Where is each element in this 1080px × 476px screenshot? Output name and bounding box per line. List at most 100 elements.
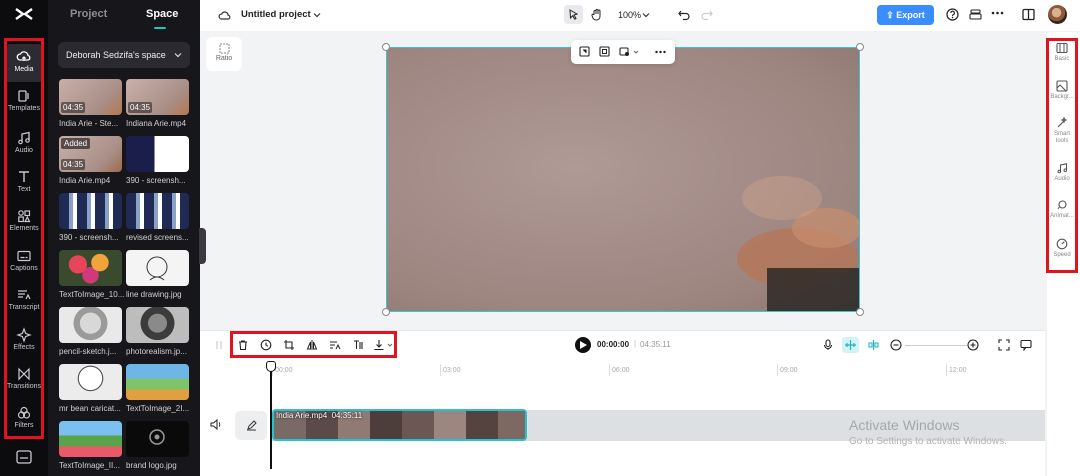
feedback-icon[interactable]: [1020, 339, 1032, 351]
background-remove-icon[interactable]: [619, 46, 630, 57]
media-thumb[interactable]: [126, 136, 189, 172]
media-label: TextToImage_II...: [59, 461, 120, 470]
media-label: 390 - screensh...: [126, 176, 186, 185]
subtitle-icon[interactable]: [16, 450, 32, 464]
ruler-tick: 12:00: [949, 367, 967, 374]
media-thumb[interactable]: 04:35: [126, 79, 189, 115]
chevron-down-icon[interactable]: [313, 11, 321, 19]
space-selector[interactable]: Deborah Sedzifa's space: [58, 42, 190, 68]
link-clips-icon: [868, 340, 879, 350]
cover-edit-button[interactable]: [235, 411, 267, 440]
activate-windows-title: Activate Windows: [849, 417, 960, 433]
media-thumb[interactable]: [126, 421, 189, 457]
media-thumb[interactable]: [59, 307, 122, 343]
media-thumb[interactable]: [126, 307, 189, 343]
more-icon[interactable]: [655, 50, 666, 54]
layout-panel-icon[interactable]: [1022, 8, 1035, 21]
media-thumb[interactable]: [59, 364, 122, 400]
tab-project[interactable]: Project: [70, 8, 107, 20]
media-thumb[interactable]: [59, 193, 122, 229]
undo-icon[interactable]: [678, 9, 690, 21]
zoom-slider[interactable]: [905, 345, 967, 346]
ratio-button[interactable]: Ratio: [206, 37, 242, 71]
media-label: TextToImage_2I...: [126, 404, 190, 413]
highlight-box-right-panel: [1046, 38, 1078, 273]
tab-space[interactable]: Space: [146, 8, 178, 20]
ruler-line: [777, 364, 778, 376]
media-thumb[interactable]: [126, 193, 189, 229]
redo-icon[interactable]: [701, 9, 713, 21]
resize-handle[interactable]: [856, 43, 864, 51]
media-thumb[interactable]: [126, 364, 189, 400]
clip-duration: 04:35:11: [331, 411, 363, 420]
chevron-down-icon: [174, 53, 182, 58]
highlight-box-toolbar: [230, 331, 397, 358]
playhead[interactable]: [270, 361, 272, 469]
avatar[interactable]: [1048, 5, 1067, 24]
snap-icon: [845, 340, 856, 350]
media-label: revised screens...: [126, 233, 189, 242]
media-label: line drawing.jpg: [126, 290, 182, 299]
snap-toggle[interactable]: [842, 337, 859, 353]
fullscreen-icon[interactable]: [998, 339, 1010, 351]
ratio-label: Ratio: [215, 55, 233, 62]
media-thumb[interactable]: 04:35: [59, 79, 122, 115]
storage-icon[interactable]: [969, 8, 982, 21]
panel-collapse-handle[interactable]: [199, 228, 206, 264]
space-name: Deborah Sedzifa's space: [66, 50, 166, 60]
chevron-down-icon[interactable]: [633, 50, 639, 55]
video-preview[interactable]: [386, 47, 860, 312]
highlight-box-sidebar: [4, 38, 44, 439]
added-badge: Added: [61, 138, 91, 149]
resize-handle[interactable]: [382, 43, 390, 51]
logo-mark-icon: [149, 429, 165, 445]
media-thumb[interactable]: [59, 250, 122, 286]
media-label: Indiana Arie.mp4: [126, 119, 187, 128]
resize-handle[interactable]: [856, 308, 864, 316]
pencil-icon: [246, 420, 257, 431]
zoom-in-icon[interactable]: [967, 339, 979, 351]
ruler-tick: 03:00: [443, 367, 461, 374]
ruler-line: [609, 364, 610, 376]
clip-label: India Arie.mp4 04:35:11: [276, 411, 362, 420]
media-label: mr bean caricat...: [59, 404, 121, 413]
more-icon[interactable]: [991, 11, 1004, 15]
upload-icon: ⇪: [886, 10, 894, 20]
cloud-icon[interactable]: [218, 9, 231, 21]
media-thumb[interactable]: Added 04:35: [59, 136, 122, 172]
ruler-tick: 06:00: [612, 367, 630, 374]
chevron-down-icon[interactable]: [642, 11, 650, 19]
current-time: 00:00:00: [597, 340, 630, 349]
media-thumb[interactable]: [126, 250, 189, 286]
hand-icon[interactable]: [591, 8, 603, 21]
select-tool-button[interactable]: [564, 5, 583, 24]
split-handle-icon[interactable]: [215, 340, 223, 350]
ruler-tick: 09:00: [780, 367, 798, 374]
fit-icon[interactable]: [599, 46, 610, 57]
link-toggle[interactable]: [865, 337, 882, 353]
media-label: 390 - screensh...: [59, 233, 119, 242]
play-icon: [580, 341, 587, 349]
media-label: photorealism.jp...: [126, 347, 187, 356]
hand-gesture-image: [737, 176, 859, 311]
project-title[interactable]: Untitled project: [241, 9, 311, 20]
export-label: Export: [896, 10, 925, 20]
top-bar: Untitled project 100% ⇪ Export: [200, 0, 1080, 31]
zoom-out-icon[interactable]: [890, 339, 902, 351]
resize-handle[interactable]: [382, 308, 390, 316]
media-label: India Arie - Ste...: [59, 119, 119, 128]
activate-windows-subtitle: Go to Settings to activate Windows.: [849, 436, 1007, 447]
export-button[interactable]: ⇪ Export: [877, 5, 934, 25]
volume-icon[interactable]: [210, 419, 222, 430]
crop-frame-icon[interactable]: [579, 46, 590, 57]
help-icon[interactable]: [946, 8, 959, 21]
capcut-logo-icon[interactable]: [14, 6, 34, 22]
media-thumb[interactable]: [59, 421, 122, 457]
playhead-handle[interactable]: [266, 361, 276, 372]
zoom-level[interactable]: 100%: [618, 10, 641, 20]
media-label: pencil-sketch.j...: [59, 347, 117, 356]
microphone-icon[interactable]: [823, 339, 833, 351]
active-tab-indicator: [154, 27, 166, 29]
play-button[interactable]: [575, 337, 591, 353]
duration-label: 04:35: [61, 102, 86, 113]
